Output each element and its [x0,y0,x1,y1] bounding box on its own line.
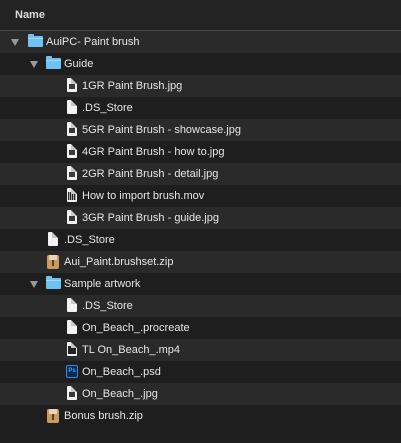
column-header[interactable]: Name [0,0,401,31]
zip-archive-icon [45,251,63,273]
disclosure-triangle-icon[interactable] [9,31,21,53]
mov-file-icon [64,185,82,207]
tree-row-label: 1GR Paint Brush.jpg [82,80,183,92]
tree-row-label: On_Beach_.psd [82,366,161,378]
tree-row-file[interactable]: How to import brush.mov [0,185,401,207]
tree-row-file[interactable]: .DS_Store [0,295,401,317]
jpg-file-icon [64,163,82,185]
tree-row-folder-guide[interactable]: Guide [0,53,401,75]
tree-row-label: Aui_Paint.brushset.zip [64,256,174,268]
disclosure-triangle-icon[interactable] [28,273,40,295]
zip-archive-icon [45,405,63,427]
document-icon [64,97,82,119]
tree-row-label: .DS_Store [82,102,133,114]
mp4-file-icon [64,339,82,361]
tree-row-folder-sample-artwork[interactable]: Sample artwork [0,273,401,295]
tree-row-file[interactable]: 5GR Paint Brush - showcase.jpg [0,119,401,141]
tree-row-file[interactable]: Ps On_Beach_.psd [0,361,401,383]
jpg-file-icon [64,75,82,97]
tree-row-label: AuiPC- Paint brush [46,36,140,48]
tree-row-label: .DS_Store [64,234,115,246]
jpg-file-icon [64,141,82,163]
tree-row-file[interactable]: 2GR Paint Brush - detail.jpg [0,163,401,185]
folder-icon [45,53,63,75]
jpg-file-icon [64,383,82,405]
tree-row-label: TL On_Beach_.mp4 [82,344,181,356]
tree-row-label: 5GR Paint Brush - showcase.jpg [82,124,241,136]
psd-badge: Ps [66,365,78,378]
tree-row-label: 2GR Paint Brush - detail.jpg [82,168,219,180]
document-icon [64,295,82,317]
tree-row-label: Bonus brush.zip [64,410,143,422]
disclosure-triangle-icon[interactable] [28,53,40,75]
folder-icon [27,31,45,53]
folder-icon [45,273,63,295]
tree-row-label: .DS_Store [82,300,133,312]
jpg-file-icon [64,119,82,141]
tree-row-label: 4GR Paint Brush - how to.jpg [82,146,225,158]
tree-row-file[interactable]: Bonus brush.zip [0,405,401,427]
tree-row-file[interactable]: .DS_Store [0,97,401,119]
tree-row-label: Sample artwork [64,278,141,290]
tree-row-label: How to import brush.mov [82,190,205,202]
tree-row-file[interactable]: 4GR Paint Brush - how to.jpg [0,141,401,163]
tree-row-file[interactable]: TL On_Beach_.mp4 [0,339,401,361]
tree-row-file[interactable]: Aui_Paint.brushset.zip [0,251,401,273]
tree-row-file[interactable]: On_Beach_.jpg [0,383,401,405]
tree-row-file[interactable]: 1GR Paint Brush.jpg [0,75,401,97]
document-icon [64,317,82,339]
photoshop-file-icon: Ps [64,361,82,383]
name-column-header[interactable]: Name [15,9,45,21]
tree-row-label: Guide [64,58,94,70]
tree-row-file[interactable]: On_Beach_.procreate [0,317,401,339]
tree-row-label: 3GR Paint Brush - guide.jpg [82,212,219,224]
tree-row-file[interactable]: .DS_Store [0,229,401,251]
tree-row-file[interactable]: 3GR Paint Brush - guide.jpg [0,207,401,229]
tree-row-label: On_Beach_.jpg [82,388,158,400]
tree-row-folder-auipc-paint-brush[interactable]: AuiPC- Paint brush [0,31,401,53]
file-tree: AuiPC- Paint brush Guide 1GR Paint Brush… [0,31,401,427]
tree-row-label: On_Beach_.procreate [82,322,190,334]
document-icon [45,229,63,251]
jpg-file-icon [64,207,82,229]
